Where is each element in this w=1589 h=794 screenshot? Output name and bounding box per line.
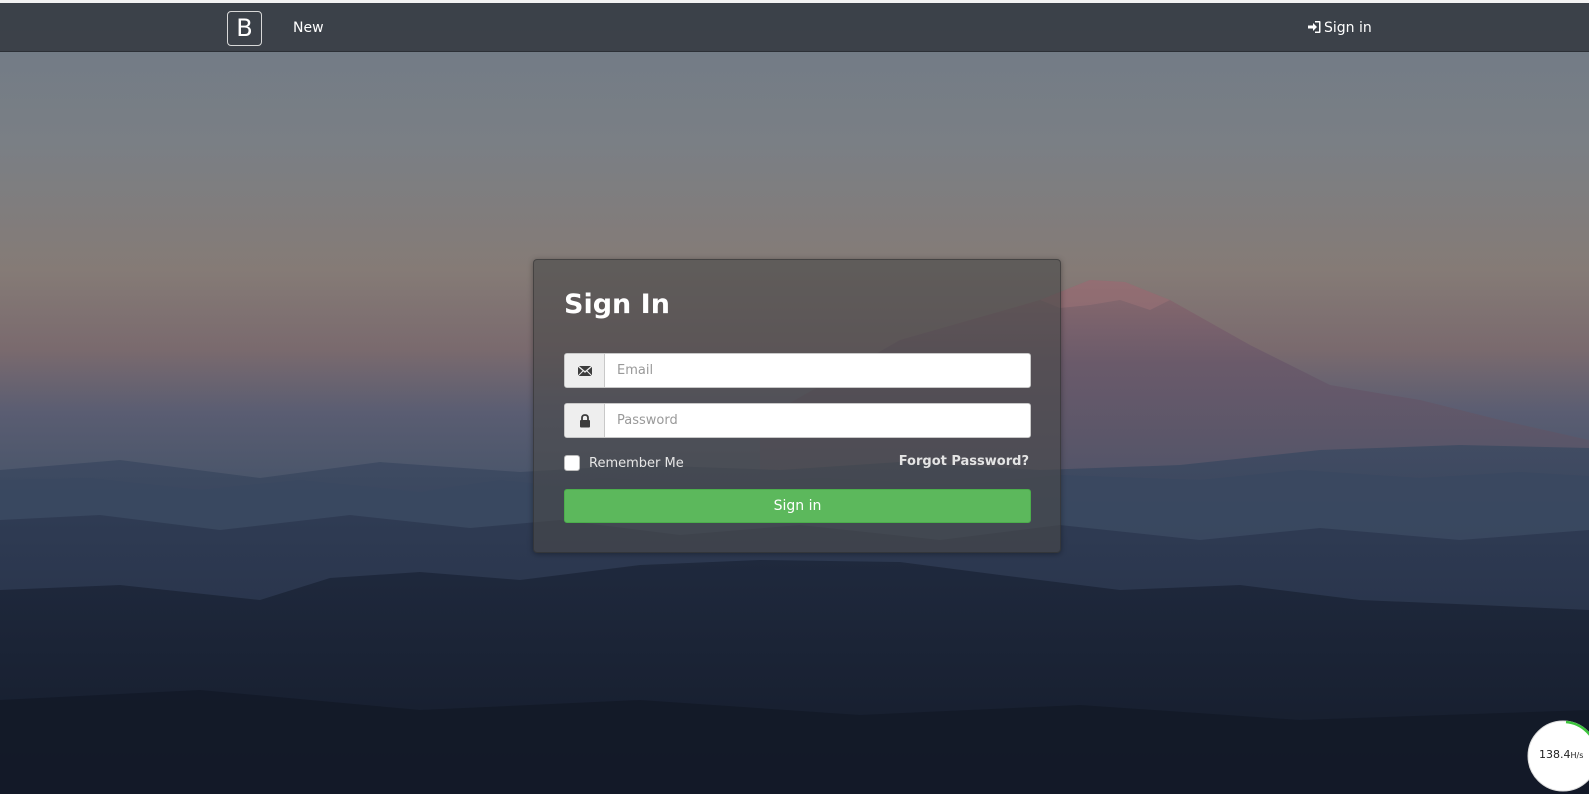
signin-button[interactable]: Sign in [564,489,1031,523]
password-addon [565,404,605,437]
nav-signin-label: Sign in [1324,20,1372,36]
remember-me[interactable]: Remember Me [564,453,684,473]
sign-in-icon [1308,21,1321,33]
email-input-group [564,353,1031,388]
password-input-group [564,403,1031,438]
brand-logo[interactable]: B [227,11,262,46]
page-title: Sign In [564,289,670,320]
remember-me-label: Remember Me [589,456,684,471]
login-panel: Sign In Remember Me Forgot Password? Sig… [533,259,1061,553]
envelope-icon [577,365,592,376]
forgot-password-link[interactable]: Forgot Password? [899,452,1029,472]
hashrate-readout: 138.4H/s [1539,748,1583,763]
lock-icon [579,413,590,427]
navbar: B New Sign in [0,3,1589,52]
nav-signin-link[interactable]: Sign in [1307,18,1372,38]
email-field[interactable] [605,354,1030,387]
password-field[interactable] [605,404,1030,437]
remember-me-checkbox[interactable] [564,455,580,471]
nav-new-link[interactable]: New [293,18,324,38]
email-addon [565,354,605,387]
hashrate-value: 138.4 [1539,748,1571,761]
hashrate-unit: H/s [1570,751,1584,760]
